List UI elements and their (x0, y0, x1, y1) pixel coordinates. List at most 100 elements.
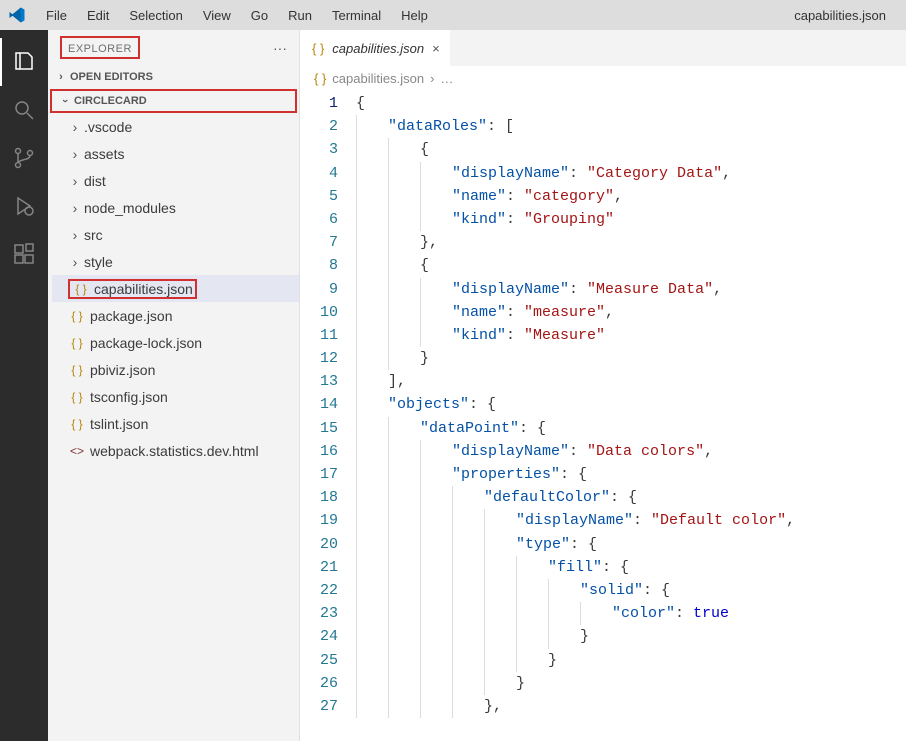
line-number: 26 (300, 672, 338, 695)
folder-node-modules[interactable]: ›node_modules (52, 194, 299, 221)
code-line: "displayName": "Measure Data", (356, 278, 906, 301)
menu-view[interactable]: View (193, 4, 241, 27)
activity-search[interactable] (0, 86, 48, 134)
code-line: { (356, 254, 906, 277)
menu-edit[interactable]: Edit (77, 4, 119, 27)
gutter: 1234567891011121314151617181920212223242… (300, 90, 356, 741)
chevron-right-icon: › (68, 119, 82, 135)
code-line: "fill": { (356, 556, 906, 579)
line-number: 5 (300, 185, 338, 208)
json-icon: { } (68, 417, 86, 431)
json-icon: { } (68, 309, 86, 323)
line-number: 1 (300, 92, 338, 115)
tab-bar: { } capabilities.json × (300, 30, 906, 66)
menu-help[interactable]: Help (391, 4, 438, 27)
code-line: "displayName": "Category Data", (356, 162, 906, 185)
code-line: "defaultColor": { (356, 486, 906, 509)
menu-run[interactable]: Run (278, 4, 322, 27)
folder-src[interactable]: ›src (52, 221, 299, 248)
close-icon[interactable]: × (432, 41, 440, 56)
file-pbiviz-json[interactable]: { }pbiviz.json (52, 356, 299, 383)
line-number: 20 (300, 533, 338, 556)
line-number: 24 (300, 625, 338, 648)
chevron-right-icon: › (68, 200, 82, 216)
json-icon: { } (68, 390, 86, 404)
breadcrumb-label: capabilities.json (332, 71, 424, 86)
file-tslint-json[interactable]: { } tslint.json (52, 410, 299, 437)
activity-explorer[interactable] (0, 38, 48, 86)
chevron-right-icon: › (68, 254, 82, 270)
line-number: 17 (300, 463, 338, 486)
line-number: 27 (300, 695, 338, 718)
vscode-logo-icon (8, 6, 26, 24)
file-tsconfig-json[interactable]: { }tsconfig.json (52, 383, 299, 410)
menu-terminal[interactable]: Terminal (322, 4, 391, 27)
activity-run[interactable] (0, 182, 48, 230)
line-number: 19 (300, 509, 338, 532)
tab-capabilities[interactable]: { } capabilities.json × (300, 30, 450, 66)
section-label: OPEN EDITORS (70, 71, 153, 83)
line-number: 4 (300, 162, 338, 185)
json-icon: { } (68, 363, 86, 377)
file-package-lock-json[interactable]: { }package-lock.json (52, 329, 299, 356)
breadcrumb-more: … (440, 71, 453, 86)
line-number: 15 (300, 417, 338, 440)
folder-label: node_modules (84, 200, 176, 216)
activity-extensions[interactable] (0, 230, 48, 278)
sidebar: EXPLORER ··· › OPEN EDITORS › CIRCLECARD… (48, 30, 300, 741)
file-label: tslint.json (90, 416, 148, 432)
folder-dist[interactable]: ›dist (52, 167, 299, 194)
file-package-json[interactable]: { }package.json (52, 302, 299, 329)
menu-selection[interactable]: Selection (119, 4, 192, 27)
line-number: 3 (300, 138, 338, 161)
line-number: 22 (300, 579, 338, 602)
folder-assets[interactable]: ›assets (52, 140, 299, 167)
folder-label: .vscode (84, 119, 132, 135)
line-number: 23 (300, 602, 338, 625)
chevron-down-icon: › (59, 94, 71, 108)
section-project[interactable]: › CIRCLECARD (50, 89, 297, 113)
json-icon: { } (312, 41, 324, 56)
file-capabilities-json[interactable]: { } capabilities.json (52, 275, 299, 302)
code-line: "kind": "Grouping" (356, 208, 906, 231)
json-icon: { } (72, 282, 90, 296)
git-branch-icon (12, 146, 36, 170)
code-line: "name": "measure", (356, 301, 906, 324)
chevron-right-icon: › (68, 146, 82, 162)
code-line: "kind": "Measure" (356, 324, 906, 347)
code-line: { (356, 92, 906, 115)
code-line: "dataRoles": [ (356, 115, 906, 138)
line-number: 6 (300, 208, 338, 231)
chevron-right-icon: › (68, 227, 82, 243)
code-line: }, (356, 695, 906, 718)
file-webpack-statistics-dev-html[interactable]: <>webpack.statistics.dev.html (52, 437, 299, 464)
editor[interactable]: 1234567891011121314151617181920212223242… (300, 90, 906, 741)
json-icon: { } (68, 336, 86, 350)
menu-go[interactable]: Go (241, 4, 278, 27)
line-number: 8 (300, 254, 338, 277)
chevron-right-icon: › (54, 71, 68, 83)
code-line: ], (356, 370, 906, 393)
line-number: 21 (300, 556, 338, 579)
section-open-editors[interactable]: › OPEN EDITORS (48, 65, 299, 89)
code-line: } (356, 672, 906, 695)
code-line: } (356, 625, 906, 648)
code-line: "properties": { (356, 463, 906, 486)
sidebar-more-icon[interactable]: ··· (273, 40, 287, 56)
code-area[interactable]: {"dataRoles": [{"displayName": "Category… (356, 90, 906, 741)
line-number: 7 (300, 231, 338, 254)
line-number: 18 (300, 486, 338, 509)
menu-file[interactable]: File (36, 4, 77, 27)
search-icon (12, 98, 36, 122)
code-line: "displayName": "Data colors", (356, 440, 906, 463)
code-line: "dataPoint": { (356, 417, 906, 440)
folder-style[interactable]: ›style (52, 248, 299, 275)
line-number: 9 (300, 278, 338, 301)
file-label: webpack.statistics.dev.html (90, 443, 259, 459)
breadcrumb[interactable]: { } capabilities.json › … (300, 66, 906, 90)
main: EXPLORER ··· › OPEN EDITORS › CIRCLECARD… (0, 30, 906, 741)
activity-source-control[interactable] (0, 134, 48, 182)
file-label: capabilities.json (94, 281, 193, 297)
folder--vscode[interactable]: ›.vscode (52, 113, 299, 140)
code-line: "solid": { (356, 579, 906, 602)
